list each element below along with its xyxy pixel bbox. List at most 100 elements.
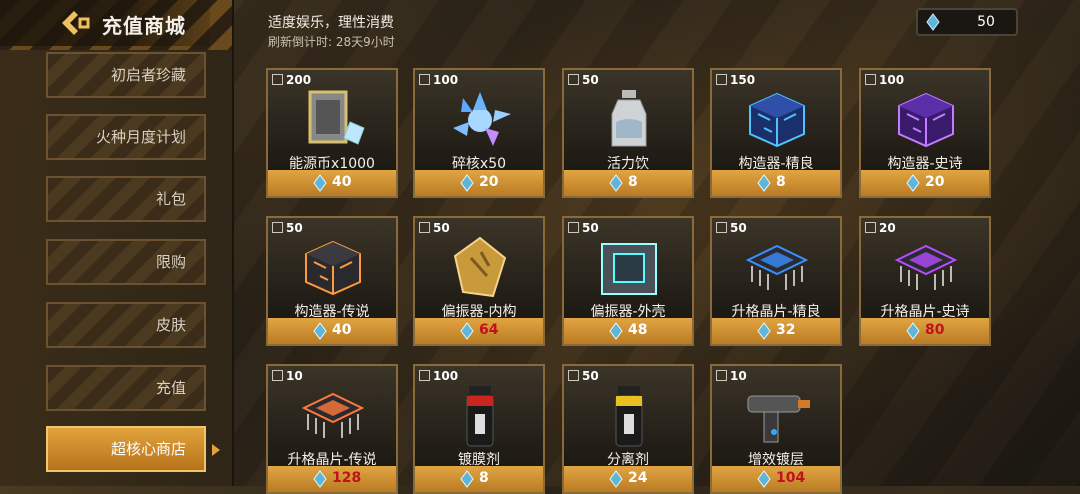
stock-value: 10 (730, 369, 747, 383)
price-button[interactable]: 128 (268, 466, 396, 492)
crystal-icon (459, 470, 475, 488)
box-icon (419, 370, 430, 381)
sidebar: 充值商城 初启者珍藏 火种月度计划 礼包 限购 皮肤 充值 超核心商店 (0, 0, 234, 486)
crystal-icon (756, 174, 772, 192)
sidebar-item-limited[interactable]: 限购 (46, 239, 206, 285)
price-value: 40 (332, 322, 352, 338)
stock-value: 150 (730, 73, 756, 87)
price-button[interactable]: 104 (712, 466, 840, 492)
crystal-icon (459, 174, 475, 192)
box-icon (865, 74, 876, 85)
back-arrow-icon[interactable] (58, 8, 94, 38)
stock-count: 50 (568, 369, 599, 383)
chip-blue-icon (738, 236, 816, 300)
shop-item-card[interactable]: 200 能源币x1000 40 (266, 68, 398, 198)
page-title: 充值商城 (102, 14, 186, 38)
stock-value: 50 (582, 369, 599, 383)
crystal-icon (312, 322, 328, 340)
price-value: 40 (332, 174, 352, 190)
crystal-icon (924, 13, 942, 31)
price-button[interactable]: 48 (564, 318, 692, 344)
sidebar-item-starter-collection[interactable]: 初启者珍藏 (46, 52, 206, 98)
price-value: 32 (776, 322, 796, 338)
box-icon (419, 222, 430, 233)
stock-count: 50 (568, 221, 599, 235)
crystal-icon (608, 470, 624, 488)
crystal-icon (312, 470, 328, 488)
polarizer-gold-icon (441, 236, 519, 300)
stock-count: 100 (865, 73, 904, 87)
sidebar-item-gift-pack[interactable]: 礼包 (46, 176, 206, 222)
shop-item-card[interactable]: 50 偏振器-内构 64 (413, 216, 545, 346)
shop-item-card[interactable]: 20 升格晶片-史诗 80 (859, 216, 991, 346)
price-button[interactable]: 8 (564, 170, 692, 196)
refresh-countdown: 刷新倒计时: 28天9小时 (268, 35, 395, 49)
price-button[interactable]: 24 (564, 466, 692, 492)
constructor-orange-icon (294, 236, 372, 300)
moderation-notice: 适度娱乐，理性消费 (268, 15, 394, 31)
price-button[interactable]: 64 (415, 318, 543, 344)
price-button[interactable]: 20 (861, 170, 989, 196)
shop-item-card[interactable]: 10 增效镀层 104 (710, 364, 842, 494)
price-button[interactable]: 40 (268, 318, 396, 344)
price-value: 48 (628, 322, 648, 338)
enhancer-gun-icon (738, 384, 816, 448)
box-icon (568, 370, 579, 381)
price-value: 8 (776, 174, 786, 190)
stock-count: 100 (419, 73, 458, 87)
price-button[interactable]: 40 (268, 170, 396, 196)
shop-item-card[interactable]: 50 活力饮 8 (562, 68, 694, 198)
stock-count: 50 (272, 221, 303, 235)
stock-value: 200 (286, 73, 312, 87)
shop-item-card[interactable]: 50 构造器-传说 40 (266, 216, 398, 346)
box-icon (716, 222, 727, 233)
stock-value: 10 (286, 369, 303, 383)
price-button[interactable]: 8 (712, 170, 840, 196)
sidebar-item-super-core-shop[interactable]: 超核心商店 (46, 426, 206, 472)
price-value: 24 (628, 470, 648, 486)
shop-item-card[interactable]: 50 偏振器-外壳 48 (562, 216, 694, 346)
price-button[interactable]: 80 (861, 318, 989, 344)
shop-item-card[interactable]: 100 碎核x50 20 (413, 68, 545, 198)
shop-item-card[interactable]: 100 构造器-史诗 20 (859, 68, 991, 198)
shop-item-card[interactable]: 50 分离剂 24 (562, 364, 694, 494)
price-button[interactable]: 8 (415, 466, 543, 492)
box-icon (865, 222, 876, 233)
price-value: 80 (925, 322, 945, 338)
crystal-icon (608, 322, 624, 340)
separator-spray-icon (590, 384, 668, 448)
stock-count: 50 (716, 221, 747, 235)
box-icon (716, 74, 727, 85)
sidebar-item-skins[interactable]: 皮肤 (46, 302, 206, 348)
energy-coin-icon (294, 88, 372, 152)
sidebar-item-recharge[interactable]: 充值 (46, 365, 206, 411)
stock-count: 20 (865, 221, 896, 235)
back-bar[interactable]: 充值商城 (0, 0, 232, 50)
active-caret-icon (212, 444, 220, 456)
shop-item-card[interactable]: 50 升格晶片-精良 32 (710, 216, 842, 346)
chip-purple-icon (887, 236, 965, 300)
crystal-icon (312, 174, 328, 192)
price-button[interactable]: 20 (415, 170, 543, 196)
box-icon (272, 222, 283, 233)
price-value: 20 (479, 174, 499, 190)
shop-item-card[interactable]: 100 镀膜剂 8 (413, 364, 545, 494)
sidebar-item-monthly-plan[interactable]: 火种月度计划 (46, 114, 206, 160)
price-value: 64 (479, 322, 499, 338)
crystal-icon (756, 470, 772, 488)
coating-spray-icon (441, 384, 519, 448)
currency-balance[interactable]: 50 (916, 8, 1018, 36)
stock-value: 50 (730, 221, 747, 235)
crystal-icon (756, 322, 772, 340)
shop-item-card[interactable]: 10 升格晶片-传说 128 (266, 364, 398, 494)
crystal-icon (608, 174, 624, 192)
stock-count: 50 (568, 73, 599, 87)
vitality-drink-icon (590, 88, 668, 152)
shop-item-card[interactable]: 150 构造器-精良 8 (710, 68, 842, 198)
constructor-purple-icon (887, 88, 965, 152)
crystal-icon (905, 174, 921, 192)
stock-value: 50 (582, 73, 599, 87)
price-value: 20 (925, 174, 945, 190)
chip-orange-icon (294, 384, 372, 448)
price-button[interactable]: 32 (712, 318, 840, 344)
